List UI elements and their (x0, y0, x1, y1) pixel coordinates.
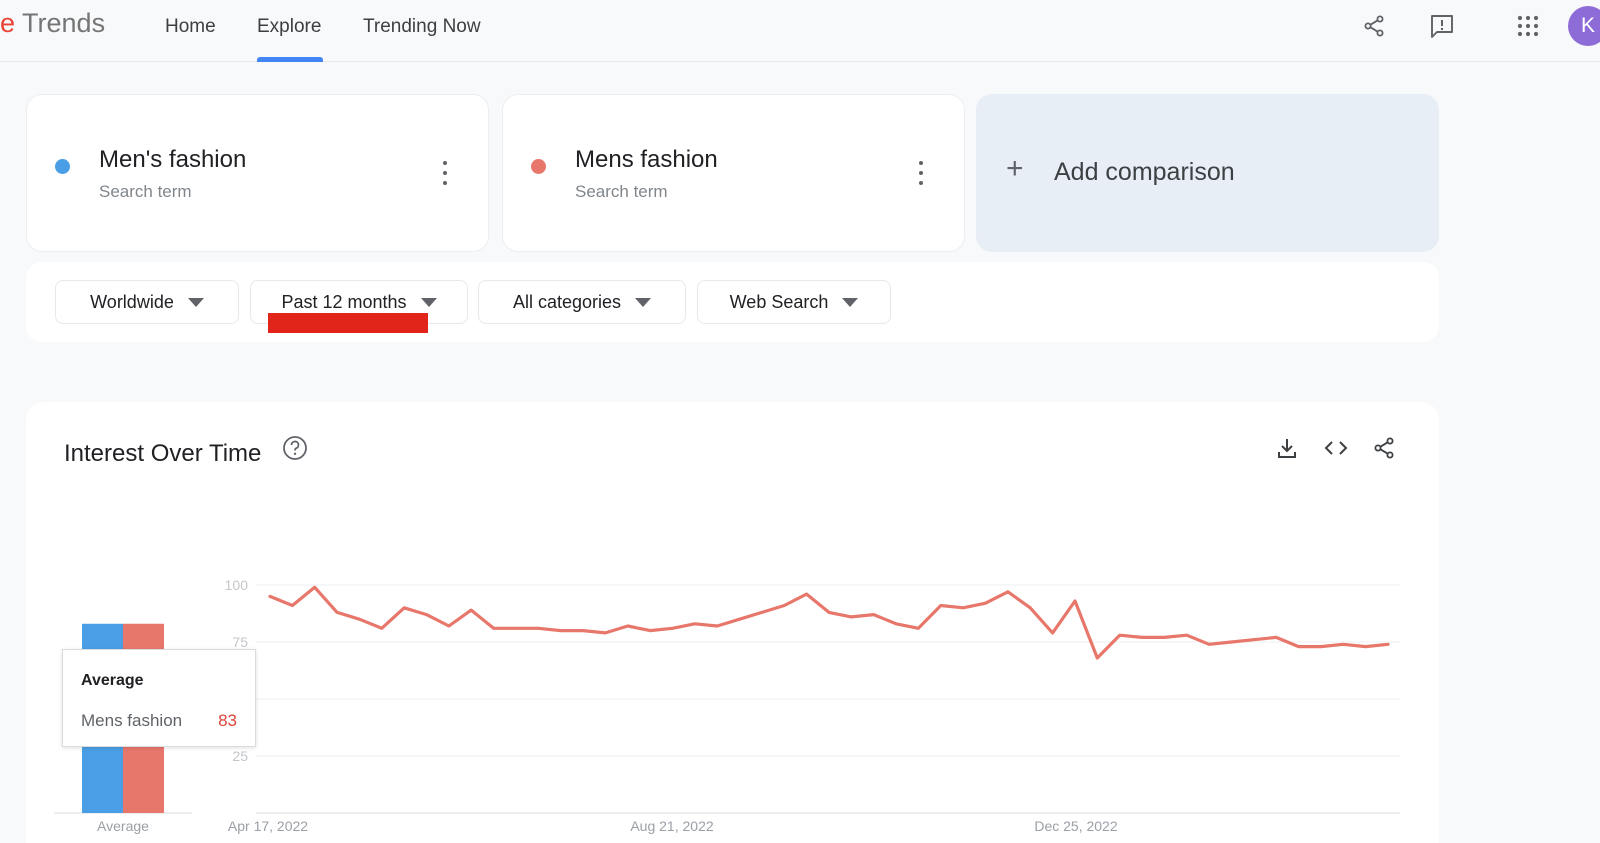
tooltip-title: Average (81, 672, 144, 689)
y-tick-label: 100 (225, 577, 249, 593)
x-tick-label: Apr 17, 2022 (228, 818, 308, 834)
y-tick-label: 75 (232, 634, 248, 650)
average-axis-label: Average (97, 818, 149, 834)
tooltip-value: 83 (218, 711, 237, 730)
average-tooltip: Average Mens fashion 83 (62, 649, 256, 747)
series-line (268, 585, 1390, 660)
y-tick-label: 25 (232, 748, 248, 764)
x-tick-label: Aug 21, 2022 (630, 818, 714, 834)
tooltip-series-label: Mens fashion (81, 711, 183, 730)
x-tick-label: Dec 25, 2022 (1034, 818, 1117, 834)
